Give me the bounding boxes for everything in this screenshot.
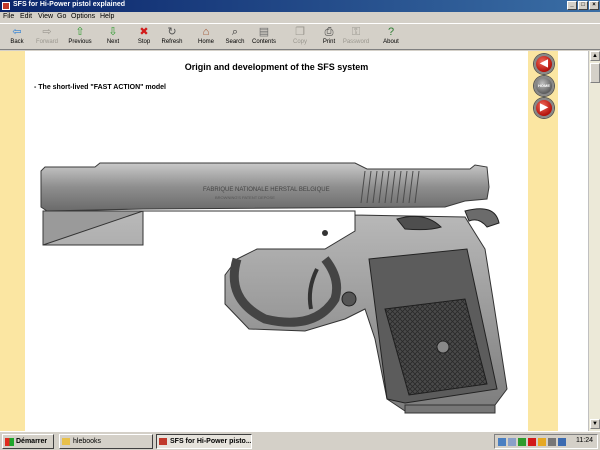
refresh-icon: ↻ [167,26,177,38]
minimize-button[interactable]: _ [567,1,577,10]
page-title: Origin and development of the SFS system [184,62,369,72]
previous-page-icon[interactable]: ◀ [534,54,554,74]
task-label: hlebooks [73,438,102,445]
task-label: SFS for Hi-Power pisto... [170,438,252,445]
menu-help[interactable]: Help [100,13,114,20]
search-icon: ⌕ [231,26,239,38]
copy-button[interactable]: ❐ Copy [286,26,314,50]
scroll-down-icon[interactable]: ▼ [590,419,600,429]
menu-edit[interactable]: Edit [20,13,32,20]
maximize-button[interactable]: □ [578,1,588,10]
display-icon[interactable] [508,438,516,446]
about-button[interactable]: ? About [377,26,405,50]
scroll-up-icon[interactable]: ▲ [590,51,600,61]
contents-button[interactable]: ▤ Contents [250,26,278,50]
slide-marking: FABRIQUE NATIONALE HERSTAL BELGIQUE [203,187,330,193]
forward-arrow-icon: ⇨ [42,26,52,38]
toolbar-label: Copy [292,39,307,45]
next-button[interactable]: ⇩ Next [99,26,127,50]
pistol-image: FABRIQUE NATIONALE HERSTAL BELGIQUE BROW… [40,162,508,414]
volume-icon[interactable] [548,438,556,446]
toolbar-label: Forward [35,39,58,45]
toolbar-label: Contents [251,39,276,45]
forward-button[interactable]: ⇨ Forward [33,26,61,50]
slide-marking-2: BROWNING'S PATENT DEPOSE [215,195,275,200]
alert-icon[interactable] [538,438,546,446]
contents-icon: ▤ [258,26,270,38]
previous-button[interactable]: ⇧ Previous [66,26,94,50]
up-arrow-icon: ⇧ [75,26,85,38]
menu-view[interactable]: View [38,13,53,20]
app-small-icon [159,438,167,445]
menu-options[interactable]: Options [71,13,95,20]
network-icon[interactable] [498,438,506,446]
toolbar-label: Next [106,39,120,45]
vertical-scrollbar[interactable]: ▲ ▼ [588,51,600,431]
next-page-icon[interactable]: ▶ [534,98,554,118]
stop-icon: ✖ [139,26,149,38]
print-icon: ⎙ [324,26,334,38]
refresh-button[interactable]: ↻ Refresh [158,26,186,50]
clock: 11:24 [576,437,593,444]
password-button[interactable]: ⚿ Password [342,26,370,50]
toolbar-label: Back [10,39,24,45]
content-area: Origin and development of the SFS system… [0,51,600,431]
toolbar: ⇦ Back ⇨ Forward ⇧ Previous ⇩ Next ✖ Stop ↻ Refresh… [0,23,600,50]
window-title: SFS for Hi-Power pistol explained [13,1,126,8]
toolbar-label: Home [197,39,214,45]
home-button[interactable]: ⌂ Home [192,26,220,50]
back-arrow-icon: ⇦ [12,26,22,38]
menu-go[interactable]: Go [57,13,66,20]
toolbar-label: About [383,39,399,45]
back-button[interactable]: ⇦ Back [3,26,31,50]
folder-icon [62,438,70,445]
about-icon: ? [387,26,395,38]
toolbar-label: Previous [68,39,92,45]
left-margin [0,51,25,431]
shield-icon[interactable] [528,438,536,446]
page: Origin and development of the SFS system… [25,51,528,431]
toolbar-label: Search [225,39,245,45]
scroll-thumb[interactable] [590,63,600,83]
copy-icon: ❐ [295,26,305,38]
start-button[interactable]: Démarrer [2,434,54,449]
toolbar-label: Refresh [161,39,183,45]
app-icon [2,2,10,10]
menu-bar: File Edit View Go Options Help [0,12,600,22]
section-heading: - The short-lived "FAST ACTION" model [34,84,166,91]
down-arrow-icon: ⇩ [108,26,118,38]
windows-logo-icon [5,438,14,446]
key-icon: ⚿ [351,26,361,38]
stop-button[interactable]: ✖ Stop [130,26,158,50]
toolbar-label: Password [342,39,370,45]
menu-file[interactable]: File [3,13,14,20]
taskbar-item-sfs[interactable]: SFS for Hi-Power pisto... [156,434,252,449]
system-tray: 11:24 [494,434,598,449]
home-icon: ⌂ [202,26,210,38]
language-icon[interactable] [558,438,566,446]
antivirus-icon[interactable] [518,438,526,446]
home-page-icon[interactable]: HOME [534,76,554,96]
search-button[interactable]: ⌕ Search [221,26,249,50]
toolbar-label: Print [322,39,336,45]
title-bar: SFS for Hi-Power pistol explained _ □ × [0,0,600,12]
toolbar-label: Stop [137,39,151,45]
start-label: Démarrer [16,438,48,445]
taskbar-item-hlebooks[interactable]: hlebooks [59,434,153,449]
print-button[interactable]: ⎙ Print [315,26,343,50]
close-button[interactable]: × [589,1,599,10]
taskbar: Démarrer hlebooks SFS for Hi-Power pisto… [0,431,600,450]
